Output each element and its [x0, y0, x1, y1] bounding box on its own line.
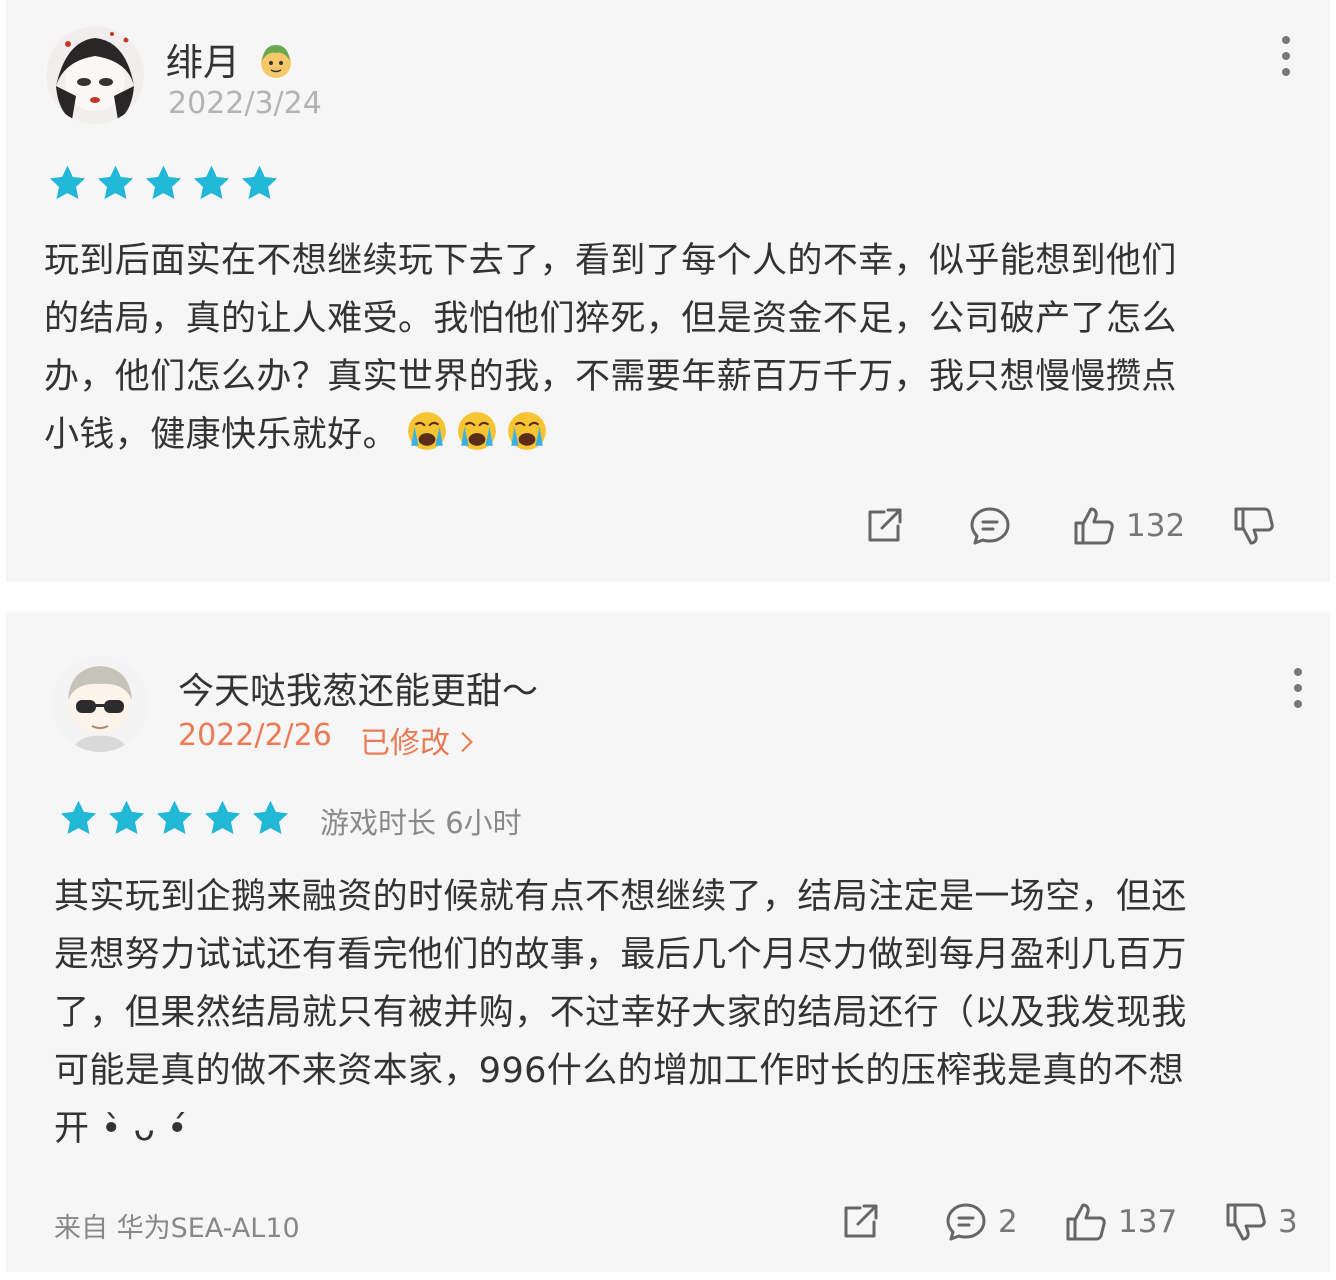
more-vertical-icon[interactable] — [1293, 668, 1303, 708]
review-line: 办，他们怎么办？真实世界的我，不需要年薪百万千万，我只想慢慢攒点 — [44, 357, 1177, 397]
share-button[interactable] — [838, 1200, 882, 1244]
star-icon — [97, 165, 134, 200]
review-text: 玩到后面实在不想继续玩下去了，看到了每个人的不幸，似乎能想到他们 的结局，真的让… — [44, 232, 1177, 464]
crying-emoji-icon — [408, 412, 446, 450]
star-icon — [204, 800, 241, 835]
share-button[interactable] — [862, 504, 906, 548]
review-date: 2022/3/24 — [168, 86, 322, 121]
star-icon — [60, 800, 97, 835]
username[interactable]: 绯月 — [166, 32, 296, 90]
comment-count: 2 — [998, 1204, 1018, 1240]
review-date: 2022/2/26 — [178, 718, 332, 753]
chevron-right-icon — [460, 728, 474, 763]
crying-emoji-icon — [458, 412, 496, 450]
crying-emoji-icon — [508, 412, 546, 450]
thumbs-up-icon — [1066, 1203, 1106, 1241]
rating-stars — [57, 798, 292, 839]
avatar-badge-icon — [256, 41, 296, 90]
review-line: 了，但果然结局就只有被并购，不过幸好大家的结局还行（以及我发现我 — [54, 993, 1187, 1033]
thumbs-up-icon — [1074, 507, 1114, 545]
username[interactable]: 今天哒我葱还能更甜～ — [178, 662, 538, 714]
rating-stars — [46, 163, 281, 204]
review-line: 可能是真的做不来资本家，996什么的增加工作时长的压榨我是真的不想 — [54, 1051, 1185, 1091]
star-icon — [145, 165, 182, 200]
dislike-button[interactable] — [1232, 504, 1276, 548]
comment-icon — [946, 1203, 986, 1241]
avatar[interactable] — [52, 656, 148, 752]
playtime-label: 游戏时长 6小时 — [320, 806, 522, 840]
star-icon — [252, 800, 289, 835]
edited-link[interactable]: 已修改 — [360, 718, 474, 763]
review-line: 是想努力试试还有看完他们的故事，最后几个月尽力做到每月盈利几百万 — [54, 935, 1187, 975]
device-source: 来自 华为SEA-AL10 — [54, 1213, 300, 1244]
review-line: 玩到后面实在不想继续玩下去了，看到了每个人的不幸，似乎能想到他们 — [44, 241, 1177, 281]
dislike-button[interactable]: 3 — [1224, 1200, 1298, 1244]
review-line: 开 •̀ ᴗ •́ — [54, 1109, 188, 1149]
review-text: 其实玩到企鹅来融资的时候就有点不想继续了，结局注定是一场空，但还 是想努力试试还… — [54, 868, 1187, 1158]
review-line: 其实玩到企鹅来融资的时候就有点不想继续了，结局注定是一场空，但还 — [54, 877, 1187, 917]
more-vertical-icon[interactable] — [1281, 36, 1291, 76]
like-button[interactable]: 132 — [1072, 504, 1185, 548]
like-count: 132 — [1126, 508, 1186, 544]
star-icon — [193, 165, 230, 200]
comment-icon — [970, 507, 1010, 545]
star-icon — [156, 800, 193, 835]
star-icon — [241, 165, 278, 200]
share-icon — [844, 1204, 878, 1238]
avatar[interactable] — [46, 26, 144, 124]
review-line: 小钱，健康快乐就好。 — [44, 415, 399, 455]
comment-button[interactable] — [968, 504, 1012, 548]
star-icon — [108, 800, 145, 835]
share-icon — [868, 508, 902, 542]
thumbs-down-icon — [1234, 507, 1274, 545]
like-button[interactable]: 137 — [1064, 1200, 1177, 1244]
thumbs-down-icon — [1226, 1203, 1266, 1241]
review-line: 的结局，真的让人难受。我怕他们猝死，但是资金不足，公司破产了怎么 — [44, 299, 1177, 339]
comment-button[interactable]: 2 — [944, 1200, 1018, 1244]
dislike-count: 3 — [1278, 1204, 1298, 1240]
like-count: 137 — [1118, 1204, 1178, 1240]
star-icon — [49, 165, 86, 200]
